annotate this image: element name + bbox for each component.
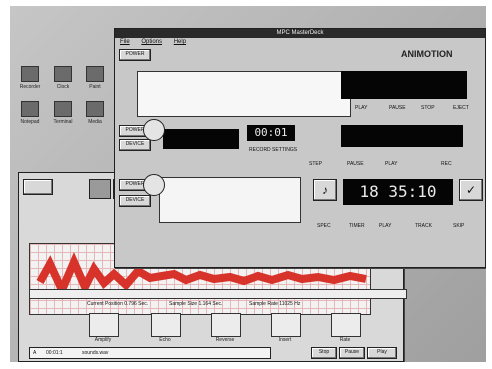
volume-knob-icon[interactable] bbox=[143, 174, 165, 196]
desktop-icon[interactable]: Notepad bbox=[15, 101, 45, 125]
desktop-icon[interactable]: Media bbox=[80, 101, 110, 125]
menu-bar: File Options Help bbox=[115, 38, 485, 47]
device-button[interactable]: DEVICE bbox=[119, 139, 151, 151]
record-settings-label: RECORD SETTINGS bbox=[249, 147, 298, 153]
window-title: MPC MasterDeck bbox=[115, 29, 485, 38]
sample-size-text: Sample Size 1.164 Sec. bbox=[169, 301, 223, 307]
insert-button[interactable] bbox=[271, 313, 301, 337]
step-label: STEP bbox=[309, 161, 323, 167]
play-label: PLAY bbox=[379, 223, 392, 229]
timer-label: TIMER bbox=[349, 223, 365, 229]
desktop-icon[interactable]: Clock bbox=[48, 66, 78, 90]
reverse-label: Reverse bbox=[215, 337, 235, 343]
sample-rate-text: Sample Rate 11025 Hz bbox=[249, 301, 301, 307]
cd-player-panel bbox=[137, 71, 351, 117]
music-note-icon[interactable]: ♪ bbox=[313, 179, 337, 201]
tape-display bbox=[163, 129, 239, 149]
slider-panel[interactable] bbox=[159, 177, 301, 223]
file-path-bar[interactable]: A 00:01:1 sounds.wav bbox=[29, 347, 271, 359]
menu-help[interactable]: Help bbox=[174, 39, 186, 45]
pause-button[interactable]: Pause bbox=[339, 347, 365, 359]
play-button[interactable]: Play bbox=[367, 347, 397, 359]
stop-label: STOP bbox=[421, 105, 435, 111]
skip-label: SKIP bbox=[453, 223, 465, 229]
track-label: TRACK bbox=[415, 223, 432, 229]
desktop-icon[interactable]: Terminal bbox=[48, 101, 78, 125]
pause-label: PAUSE bbox=[347, 161, 364, 167]
amplify-label: Amplify bbox=[94, 337, 112, 343]
screenshot-scan: Recorder Clock Paint Notepad Terminal Me… bbox=[10, 6, 486, 362]
rate-button[interactable] bbox=[331, 313, 361, 337]
checkmark-icon[interactable]: ✓ bbox=[459, 179, 483, 201]
record-label: REC bbox=[441, 161, 452, 167]
horizontal-scrollbar[interactable] bbox=[29, 289, 407, 299]
save-icon[interactable] bbox=[89, 179, 111, 199]
mpc-masterdeck-window: MPC MasterDeck File Options Help ANIMOTI… bbox=[114, 28, 486, 268]
echo-button[interactable] bbox=[151, 313, 181, 337]
current-position-text: Current Position 0.796 Sec. bbox=[87, 301, 149, 307]
counter-display: 00:01 bbox=[247, 125, 295, 141]
mixer-display bbox=[341, 125, 463, 147]
desktop-icon[interactable]: Paint bbox=[80, 66, 110, 90]
eject-label: EJECT bbox=[453, 105, 469, 111]
animotion-logo: ANIMOTION bbox=[401, 49, 453, 59]
reverse-button[interactable] bbox=[211, 313, 241, 337]
play-label: PLAY bbox=[355, 105, 368, 111]
editor-button[interactable] bbox=[23, 179, 53, 195]
desktop-icon[interactable]: Recorder bbox=[15, 66, 45, 90]
menu-options[interactable]: Options bbox=[141, 39, 162, 45]
device-button[interactable]: DEVICE bbox=[119, 195, 151, 207]
spec-label: SPEC bbox=[317, 223, 331, 229]
play-label: PLAY bbox=[385, 161, 398, 167]
power-button[interactable]: POWER bbox=[119, 49, 151, 61]
clock-display: 18 35:10 bbox=[343, 179, 453, 205]
echo-label: Echo bbox=[159, 337, 171, 343]
stop-button[interactable]: Stop bbox=[311, 347, 337, 359]
pause-label: PAUSE bbox=[389, 105, 406, 111]
cd-display bbox=[341, 71, 467, 99]
amplify-button[interactable] bbox=[89, 313, 119, 337]
menu-file[interactable]: File bbox=[120, 39, 130, 45]
rate-label: Rate bbox=[339, 337, 351, 343]
insert-label: Insert bbox=[278, 337, 292, 343]
volume-knob-icon[interactable] bbox=[143, 119, 165, 141]
